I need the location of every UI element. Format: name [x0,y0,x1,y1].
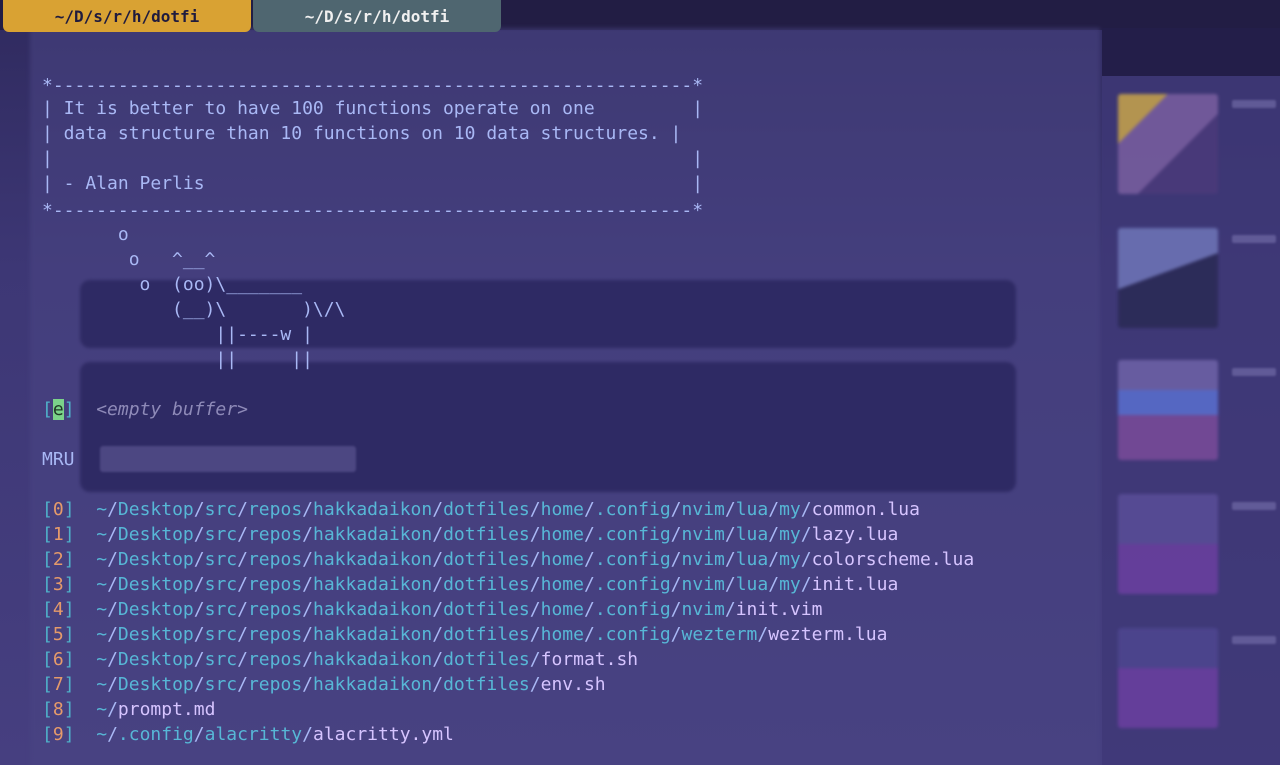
mru-item-file: colorscheme.lua [811,549,975,570]
mru-item-index: 5 [52,624,64,645]
mru-item-file: common.lua [811,499,920,520]
quote-line: | data structure than 10 functions on 10… [42,123,682,144]
mru-item-file: format.sh [540,649,639,670]
mru-item-file: init.lua [811,574,899,595]
mru-item-path: ~/ [96,699,118,720]
quote-line: | It is better to have 100 functions ope… [42,98,704,119]
mru-item-path: ~/Desktop/src/repos/hakkadaikon/dotfiles… [96,599,736,620]
mru-item[interactable]: [7] ~/Desktop/src/repos/hakkadaikon/dotf… [42,672,606,697]
mru-item-index: 9 [52,724,64,745]
cow-art-line: || || [42,349,313,370]
empty-buffer-item[interactable]: [e] <empty buffer> [42,397,248,422]
mru-item-path: ~/Desktop/src/repos/hakkadaikon/dotfiles… [96,574,812,595]
quote-border-bottom: *---------------------------------------… [42,200,704,221]
cow-art-line: o (oo)\_______ [42,274,303,295]
cow-art-line: (__)\ )\/\ [42,299,346,320]
mru-item[interactable]: [9] ~/.config/alacritty/alacritty.yml [42,722,454,747]
empty-buffer-key: e [52,399,64,420]
mru-heading: MRU [42,449,75,470]
mru-item[interactable]: [5] ~/Desktop/src/repos/hakkadaikon/dotf… [42,622,887,647]
mru-item-path: ~/.config/alacritty/ [96,724,313,745]
cow-art-line: o ^__^ [42,249,216,270]
mru-item-index: 0 [52,499,64,520]
quote-border-top: *---------------------------------------… [42,75,704,96]
cow-art-line: o [42,224,129,245]
quote-line: | - Alan Perlis | [42,173,704,194]
mru-item-path: ~/Desktop/src/repos/hakkadaikon/dotfiles… [96,524,812,545]
mru-item-file: prompt.md [117,699,216,720]
mru-item-index: 8 [52,699,64,720]
mru-item-file: wezterm.lua [768,624,888,645]
mru-item-index: 4 [52,599,64,620]
mru-item[interactable]: [8] ~/prompt.md [42,697,215,722]
mru-item-file: init.vim [735,599,823,620]
mru-item-file: alacritty.yml [313,724,454,745]
mru-item-path: ~/Desktop/src/repos/hakkadaikon/dotfiles… [96,624,769,645]
mru-item[interactable]: [1] ~/Desktop/src/repos/hakkadaikon/dotf… [42,522,898,547]
cow-art-line: ||----w | [42,324,313,345]
mru-item-path: ~/Desktop/src/repos/hakkadaikon/dotfiles… [96,549,812,570]
mru-item-index: 1 [52,524,64,545]
mru-item[interactable]: [0] ~/Desktop/src/repos/hakkadaikon/dotf… [42,497,920,522]
terminal[interactable]: *---------------------------------------… [0,0,1280,765]
mru-item[interactable]: [6] ~/Desktop/src/repos/hakkadaikon/dotf… [42,647,638,672]
mru-item[interactable]: [4] ~/Desktop/src/repos/hakkadaikon/dotf… [42,597,822,622]
mru-item-file: lazy.lua [811,524,899,545]
mru-item-index: 6 [52,649,64,670]
mru-item-path: ~/Desktop/src/repos/hakkadaikon/dotfiles… [96,499,812,520]
quote-line: | | [42,148,704,169]
mru-item-path: ~/Desktop/src/repos/hakkadaikon/dotfiles… [96,649,541,670]
mru-item-index: 7 [52,674,64,695]
mru-item-index: 3 [52,574,64,595]
mru-item-file: env.sh [540,674,606,695]
mru-item-path: ~/Desktop/src/repos/hakkadaikon/dotfiles… [96,674,541,695]
empty-buffer-label: <empty buffer> [96,399,248,420]
mru-item-index: 2 [52,549,64,570]
mru-item[interactable]: [2] ~/Desktop/src/repos/hakkadaikon/dotf… [42,547,974,572]
mru-item[interactable]: [3] ~/Desktop/src/repos/hakkadaikon/dotf… [42,572,898,597]
